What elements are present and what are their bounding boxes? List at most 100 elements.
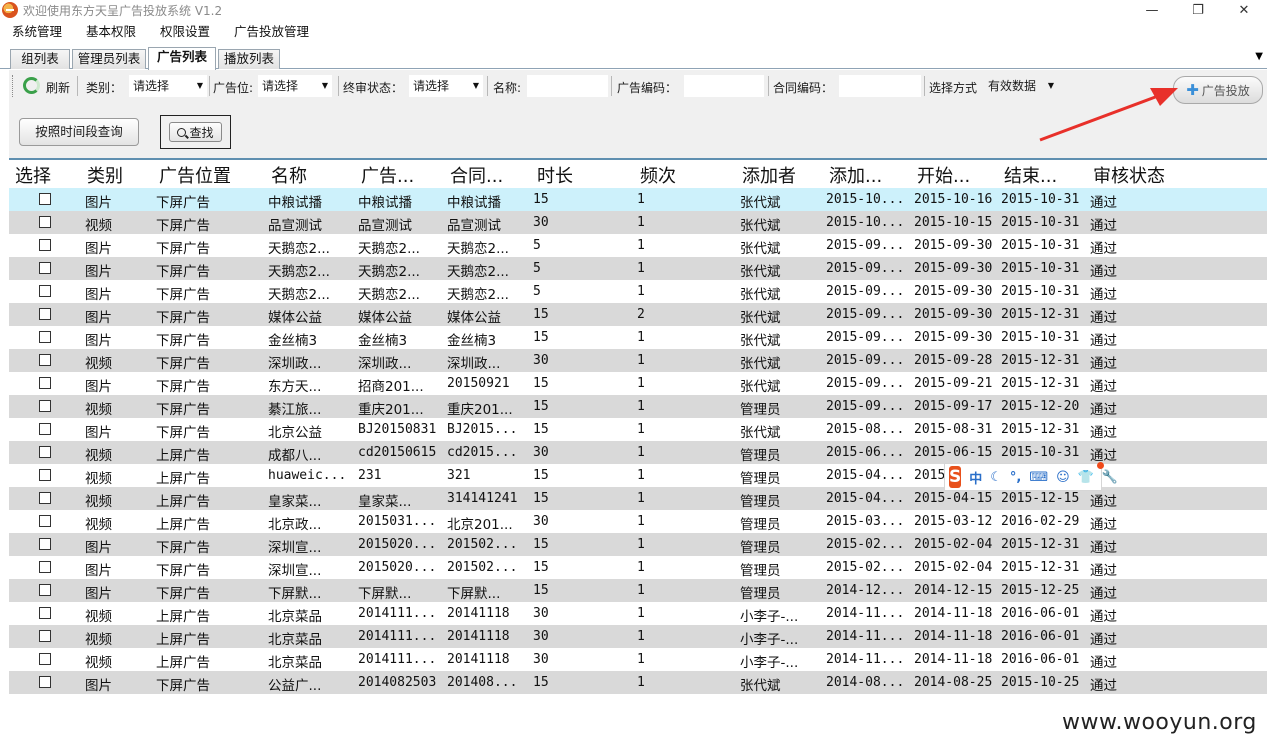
table-row[interactable]: 视频 上屏广告 北京政... 2015031... 北京201... 30 1 管理员 2015… [9,510,1267,533]
table-row[interactable]: 图片 下屏广告 天鹅恋2... 天鹅恋2... 天鹅恋2... 5 1 张代斌 2015-09.… [9,257,1267,280]
row-select-checkbox[interactable] [39,285,51,297]
cell-position: 上屏广告 [156,609,210,625]
watermark: www.wooyun.org [1062,710,1257,735]
row-select-checkbox[interactable] [39,262,51,274]
table-row[interactable]: 图片 下屏广告 北京公益 BJ20150831 BJ2015... 15 1 张代斌 2015-… [9,418,1267,441]
header-select[interactable]: 选择 [15,162,51,188]
header-end-date[interactable]: 结束... [1004,162,1057,188]
table-row[interactable]: 图片 下屏广告 深圳宣... 2015020... 201502... 15 1 管理员 201… [9,556,1267,579]
cell-contract-code: 重庆201... [447,402,513,418]
name-input[interactable] [527,75,608,97]
header-name[interactable]: 名称 [271,162,307,188]
cell-start-date: 2015-09-17 [914,399,993,414]
row-select-checkbox[interactable] [39,193,51,205]
cell-created-at: 2015-09... [826,376,905,391]
cell-review-status: 通过 [1090,264,1117,280]
row-select-checkbox[interactable] [39,676,51,688]
row-select-checkbox[interactable] [39,653,51,665]
wrench-icon[interactable]: 🔧 [1102,470,1118,485]
row-select-checkbox[interactable] [39,354,51,366]
ime-toolbar[interactable]: S 中 ☾ °, ⌨ ☺ 👕 🔧 [944,462,1118,491]
row-select-checkbox[interactable] [39,492,51,504]
punctuation-icon[interactable]: °, [1010,470,1021,485]
user-icon[interactable]: ☺ [1056,470,1070,485]
table-row[interactable]: 图片 下屏广告 深圳宣... 2015020... 201502... 15 1 管理员 201… [9,533,1267,556]
header-frequency[interactable]: 频次 [640,162,676,188]
table-row[interactable]: 图片 下屏广告 天鹅恋2... 天鹅恋2... 天鹅恋2... 5 1 张代斌 2015-09.… [9,234,1267,257]
keyboard-icon[interactable]: ⌨ [1029,470,1048,485]
row-select-checkbox[interactable] [39,630,51,642]
ad-code-input[interactable] [684,75,764,97]
table-row[interactable]: 图片 下屏广告 中粮试播 中粮试播 中粮试播 15 1 张代斌 2015-10... 2015-1… [9,188,1267,211]
tab-group-list[interactable]: 组列表 [10,49,70,69]
cell-duration: 30 [533,629,549,644]
header-category[interactable]: 类别 [87,162,123,188]
row-select-checkbox[interactable] [39,538,51,550]
table-row[interactable]: 视频 上屏广告 北京菜品 2014111... 20141118 30 1 小李子-... 20… [9,602,1267,625]
row-select-checkbox[interactable] [39,239,51,251]
menu-permission-settings[interactable]: 权限设置 [148,20,222,44]
table-row[interactable]: 视频 下屏广告 深圳政... 深圳政... 深圳政... 30 1 张代斌 2015-09...… [9,349,1267,372]
table-row[interactable]: 图片 下屏广告 金丝楠3 金丝楠3 金丝楠3 15 1 张代斌 2015-09... 2015-0… [9,326,1267,349]
position-select[interactable]: 请选择 ▼ [258,75,332,97]
tab-play-list[interactable]: 播放列表 [218,49,280,69]
row-select-checkbox[interactable] [39,331,51,343]
row-select-checkbox[interactable] [39,400,51,412]
menu-ad-management[interactable]: 广告投放管理 [222,20,321,44]
tab-admin-list[interactable]: 管理员列表 [72,49,146,69]
refresh-icon[interactable] [23,77,40,94]
category-select[interactable]: 请选择 ▼ [129,75,207,97]
table-row[interactable]: 图片 下屏广告 媒体公益 媒体公益 媒体公益 15 2 张代斌 2015-09... 2015-0… [9,303,1267,326]
header-position[interactable]: 广告位置 [159,162,231,188]
table-row[interactable]: 视频 下屏广告 品宣测试 品宣测试 品宣测试 30 1 张代斌 2015-10... 2015-1… [9,211,1267,234]
cell-creator: 小李子-... [740,609,799,625]
tab-menu-chevron-icon[interactable]: ▼ [1255,51,1263,62]
ime-chinese-mode[interactable]: 中 [969,468,982,487]
cell-end-date: 2015-12-31 [1001,537,1080,552]
header-duration[interactable]: 时长 [537,162,573,188]
header-ad-code[interactable]: 广告... [361,162,414,188]
sogou-logo-icon[interactable]: S [949,466,962,488]
minimize-button[interactable]: — [1129,0,1175,20]
toolbar-grip[interactable] [12,75,15,97]
refresh-button[interactable]: 刷新 [46,79,70,96]
header-start-date[interactable]: 开始... [917,162,970,188]
header-review-status[interactable]: 审核状态 [1093,162,1165,188]
row-select-checkbox[interactable] [39,469,51,481]
row-select-checkbox[interactable] [39,607,51,619]
search-button[interactable]: 查找 [169,122,222,142]
table-row[interactable]: 图片 下屏广告 下屏默... 下屏默... 下屏默... 15 1 管理员 2014-12...… [9,579,1267,602]
header-created-at[interactable]: 添加... [829,162,882,188]
row-select-checkbox[interactable] [39,446,51,458]
mode-select[interactable]: 有效数据 ▼ [984,75,1058,97]
row-select-checkbox[interactable] [39,584,51,596]
row-select-checkbox[interactable] [39,377,51,389]
menu-system[interactable]: 系统管理 [0,20,74,44]
row-select-checkbox[interactable] [39,308,51,320]
cell-ad-code: 招商201... [358,379,424,395]
table-row[interactable]: 图片 下屏广告 天鹅恋2... 天鹅恋2... 天鹅恋2... 5 1 张代斌 2015-09.… [9,280,1267,303]
tab-ad-list[interactable]: 广告列表 [148,47,216,70]
table-row[interactable]: 视频 上屏广告 成都八... cd20150615 cd2015... 30 1 管理员 201… [9,441,1267,464]
maximize-button[interactable]: ❐ [1175,0,1221,20]
table-row[interactable]: 视频 上屏广告 北京菜品 2014111... 20141118 30 1 小李子-... 20… [9,625,1267,648]
row-select-checkbox[interactable] [39,423,51,435]
skin-icon[interactable]: 👕 [1078,470,1094,485]
contract-code-input[interactable] [839,75,921,97]
time-range-query-button[interactable]: 按照时间段查询 [19,118,139,146]
row-select-checkbox[interactable] [39,561,51,573]
close-button[interactable]: ✕ [1221,0,1267,20]
review-status-select[interactable]: 请选择 ▼ [409,75,483,97]
menu-basic-permissions[interactable]: 基本权限 [74,20,148,44]
row-select-checkbox[interactable] [39,515,51,527]
cell-review-status: 通过 [1090,241,1117,257]
row-select-checkbox[interactable] [39,216,51,228]
table-row[interactable]: 视频 上屏广告 北京菜品 2014111... 20141118 30 1 小李子-... 20… [9,648,1267,671]
table-row[interactable]: 图片 下屏广告 东方天... 招商201... 20150921 15 1 张代斌 2015-0… [9,372,1267,395]
header-creator[interactable]: 添加者 [742,162,796,188]
ad-placement-button[interactable]: ✚ 广告投放 [1173,76,1263,104]
header-contract-code[interactable]: 合同... [450,162,503,188]
table-row[interactable]: 图片 下屏广告 公益广... 2014082503 201408... 15 1 张代斌 201… [9,671,1267,694]
table-row[interactable]: 视频 下屏广告 綦江旅... 重庆201... 重庆201... 15 1 管理员 2015-0… [9,395,1267,418]
moon-icon[interactable]: ☾ [990,470,1002,485]
